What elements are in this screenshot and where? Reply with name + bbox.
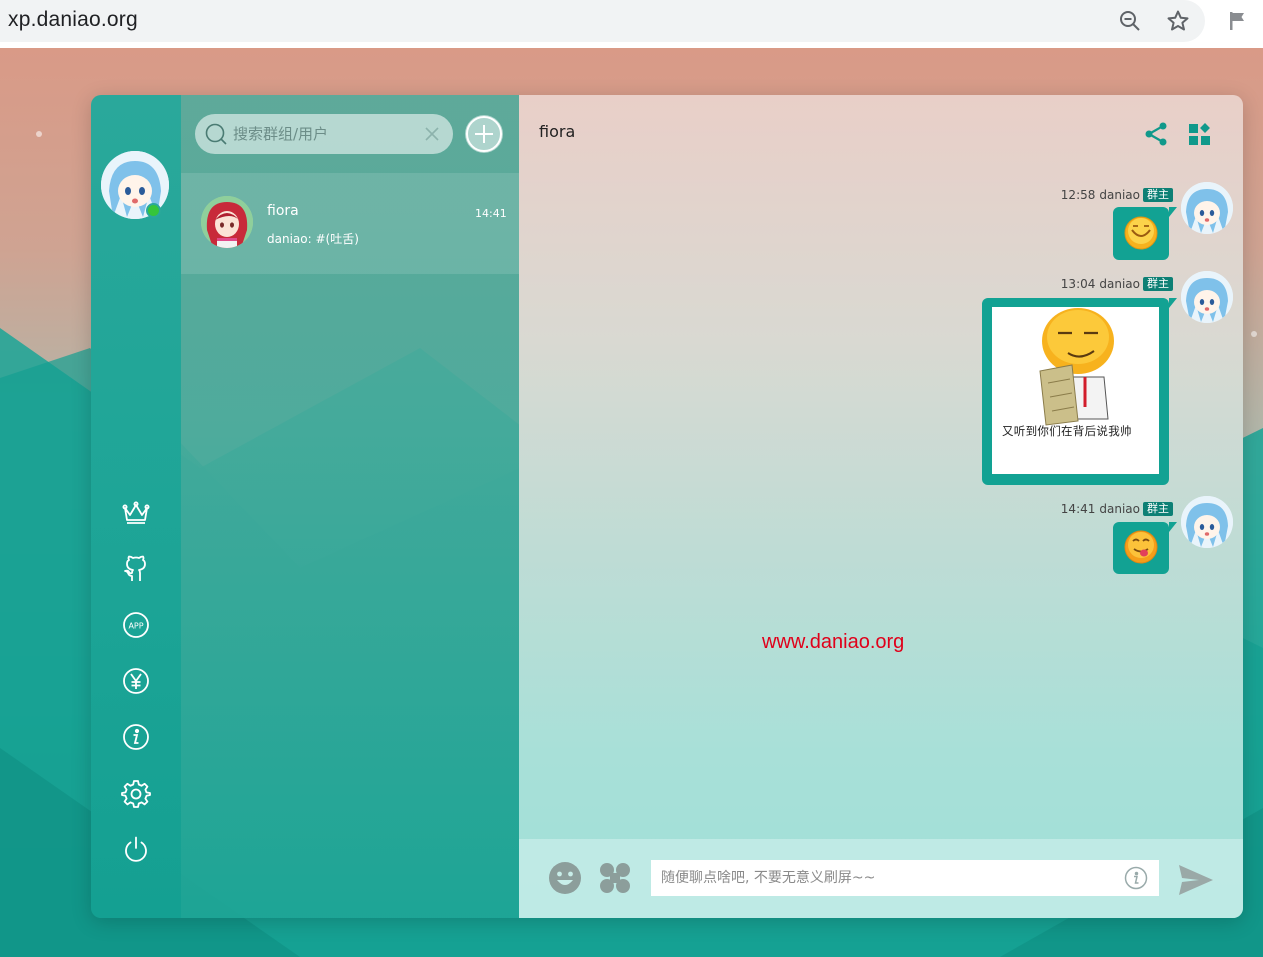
chat-panel: fiora 12:58 daniao 群主 13:04 daniao 群主 又听… <box>519 95 1243 918</box>
github-icon[interactable] <box>119 552 153 586</box>
app-icon[interactable]: APP <box>119 608 153 642</box>
sticker-image: 又听到你们在背后说我帅 <box>992 307 1159 474</box>
message-time: 13:04 <box>1060 277 1096 291</box>
bookmark-star-icon[interactable] <box>1166 9 1190 33</box>
svg-text:APP: APP <box>128 622 143 631</box>
crown-icon[interactable] <box>119 496 153 530</box>
power-icon[interactable] <box>119 832 153 866</box>
decor-dot <box>1251 331 1257 337</box>
input-info-icon[interactable] <box>1124 866 1148 890</box>
owner-badge: 群主 <box>1143 502 1173 516</box>
message-bubble <box>1113 207 1169 260</box>
online-status-dot <box>146 203 161 218</box>
message-avatar[interactable] <box>1181 496 1233 548</box>
message-input[interactable] <box>651 860 1159 896</box>
plus-icon <box>466 116 502 152</box>
message-meta: 13:04 daniao 群主 <box>1061 277 1173 291</box>
conversation-preview: daniao: #(吐舌) <box>267 232 359 246</box>
conversation-list-panel: fiora 14:41 daniao: #(吐舌) <box>181 95 519 918</box>
chat-app-window: APP 搜索群组/用户 fiora 14:41 daniao: #(吐舌) fi… <box>91 95 1243 918</box>
message-user: daniao <box>1099 502 1140 516</box>
message-bubble <box>1113 522 1169 574</box>
message-bubble: 又听到你们在背后说我帅 <box>982 298 1169 485</box>
search-input[interactable] <box>233 123 418 145</box>
message-composer <box>519 839 1243 918</box>
info-icon[interactable] <box>119 720 153 754</box>
tongue-emoji-icon <box>1124 530 1158 564</box>
owner-badge: 群主 <box>1143 188 1173 202</box>
conversation-item[interactable]: fiora 14:41 daniao: #(吐舌) <box>181 173 519 274</box>
browser-toolbar: xp.daniao.org <box>0 0 1263 48</box>
conversation-name: fiora <box>267 203 299 219</box>
clear-search-icon[interactable] <box>423 125 441 143</box>
bubble-tail <box>1169 298 1177 308</box>
message-avatar[interactable] <box>1181 182 1233 234</box>
message-user: daniao <box>1099 277 1140 291</box>
emoji-picker-icon[interactable] <box>548 861 582 895</box>
url-text[interactable]: xp.daniao.org <box>8 8 138 32</box>
gear-icon[interactable] <box>119 776 153 810</box>
expression-panel-icon[interactable] <box>598 861 632 895</box>
bubble-tail <box>1169 522 1177 532</box>
flag-icon[interactable] <box>1226 9 1250 33</box>
search-icon <box>205 123 227 145</box>
share-icon[interactable] <box>1143 121 1169 147</box>
send-icon[interactable] <box>1177 863 1215 897</box>
search-box[interactable] <box>195 114 453 154</box>
message-time: 12:58 <box>1060 188 1096 202</box>
conversation-time: 14:41 <box>475 207 507 220</box>
message-user: daniao <box>1099 188 1140 202</box>
sticker-caption: 又听到你们在背后说我帅 <box>1002 424 1132 438</box>
owner-badge: 群主 <box>1143 277 1173 291</box>
watermark-text: www.daniao.org <box>762 631 905 653</box>
group-info-icon[interactable] <box>1187 121 1213 147</box>
conversation-avatar <box>201 196 253 248</box>
message-avatar[interactable] <box>1181 271 1233 323</box>
message-meta: 14:41 daniao 群主 <box>1061 502 1173 516</box>
address-bar[interactable]: xp.daniao.org <box>0 0 1205 42</box>
sidebar: APP <box>91 95 181 918</box>
bubble-tail <box>1169 207 1177 217</box>
add-group-button[interactable] <box>465 115 503 153</box>
message-time: 14:41 <box>1060 502 1096 516</box>
chat-title: fiora <box>539 122 576 141</box>
yen-icon[interactable] <box>119 664 153 698</box>
zoom-out-icon[interactable] <box>1118 9 1142 33</box>
smile-emoji-icon <box>1124 216 1158 250</box>
message-meta: 12:58 daniao 群主 <box>1061 188 1173 202</box>
decor-dot <box>36 131 42 137</box>
